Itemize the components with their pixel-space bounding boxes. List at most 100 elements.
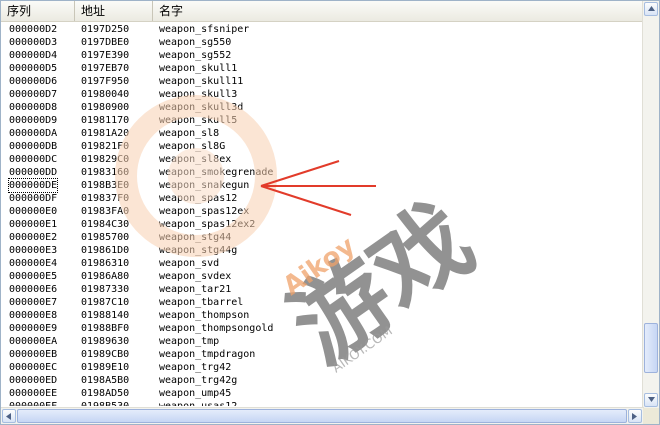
table-row[interactable]: 000000EF 0198B530 weapon_usas12 — [1, 400, 644, 406]
cell-seq: 000000D3 — [9, 37, 58, 48]
table-row[interactable]: 000000D4 0197E390 weapon_sg552 — [1, 49, 644, 62]
cell-address: 01989E10 — [81, 362, 130, 373]
cell-address: 0198B530 — [81, 400, 129, 406]
table-row[interactable]: 000000E5 01986A80 weapon_svdex — [1, 270, 644, 283]
cell-name: weapon_sfsniper — [159, 24, 250, 35]
cell-name: weapon_spas12ex — [159, 206, 250, 217]
cell-name: weapon_tar21 — [159, 284, 232, 295]
cell-address: 01987C10 — [81, 297, 130, 308]
cell-name: weapon_trg42 — [159, 362, 232, 373]
cell-name: weapon_svd — [159, 258, 220, 269]
cell-name: weapon_snakegun — [159, 180, 250, 191]
table-row[interactable]: 000000EA 01989630 weapon_tmp — [1, 335, 644, 348]
cell-seq: 000000E8 — [9, 310, 58, 321]
cell-address: 0197E390 — [81, 50, 130, 61]
cell-address: 01981170 — [81, 115, 130, 126]
cell-name: weapon_tbarrel — [159, 297, 244, 308]
horizontal-scroll-thumb[interactable] — [17, 409, 627, 423]
table-row[interactable]: 000000D6 0197F950 weapon_skull11 — [1, 75, 644, 88]
cell-name: weapon_svdex — [159, 271, 232, 282]
cell-seq: 000000DA — [9, 128, 58, 139]
table-row[interactable]: 000000E6 01987330 weapon_tar21 — [1, 283, 644, 296]
cell-address: 019829C0 — [81, 154, 130, 165]
cell-name: weapon_stg44 — [159, 232, 232, 243]
cell-seq: 000000D9 — [9, 115, 58, 126]
cell-name: weapon_spas12 — [159, 193, 238, 204]
triangle-right-icon — [632, 413, 637, 420]
table-row[interactable]: 000000E9 01988BF0 weapon_thompsongold — [1, 322, 644, 335]
table-row[interactable]: 000000D8 01980900 weapon_skull3d — [1, 101, 644, 114]
cell-seq: 000000ED — [9, 375, 58, 386]
cell-address: 01986310 — [81, 258, 130, 269]
cell-address: 01981A20 — [81, 128, 130, 139]
table-row[interactable]: 000000DA 01981A20 weapon_sl8 — [1, 127, 644, 140]
cell-name: weapon_spas12ex2 — [159, 219, 256, 230]
table-row[interactable]: 000000D7 01980040 weapon_skull3 — [1, 88, 644, 101]
cell-address: 0197D250 — [81, 24, 130, 35]
cell-address: 019821F0 — [81, 141, 130, 152]
cell-name: weapon_skull3 — [159, 89, 238, 100]
column-header-name[interactable]: 名字 — [153, 1, 644, 21]
cell-seq: 000000E9 — [9, 323, 58, 334]
scroll-right-button[interactable] — [628, 409, 642, 423]
cell-address: 01988BF0 — [81, 323, 130, 334]
cell-seq: 000000DC — [9, 154, 58, 165]
table-row[interactable]: 000000EE 0198AD50 weapon_ump45 — [1, 387, 644, 400]
scroll-left-button[interactable] — [2, 409, 16, 423]
table-row[interactable]: 000000E7 01987C10 weapon_tbarrel — [1, 296, 644, 309]
table-row[interactable]: 000000E2 01985700 weapon_stg44 — [1, 231, 644, 244]
cell-name: weapon_sg552 — [159, 50, 232, 61]
cell-seq: 000000DE — [7, 178, 59, 193]
scroll-down-button[interactable] — [644, 393, 658, 407]
scrollbar-corner — [643, 408, 659, 424]
cell-seq: 000000E1 — [9, 219, 58, 230]
column-header-address[interactable]: 地址 — [75, 1, 153, 21]
table-row[interactable]: 000000E8 01988140 weapon_thompson — [1, 309, 644, 322]
cell-seq: 000000DF — [9, 193, 58, 204]
cell-name: weapon_thompsongold — [159, 323, 274, 334]
cell-name: weapon_sl8G — [159, 141, 226, 152]
column-header: 序列 地址 名字 — [1, 1, 644, 22]
cell-seq: 000000D4 — [9, 50, 58, 61]
cell-address: 01984C30 — [81, 219, 130, 230]
horizontal-scrollbar[interactable] — [1, 407, 644, 424]
cell-address: 01983FA0 — [81, 206, 130, 217]
table-row[interactable]: 000000E3 019861D0 weapon_stg44g — [1, 244, 644, 257]
cell-seq: 000000EE — [9, 388, 58, 399]
cell-address: 01987330 — [81, 284, 130, 295]
cell-name: weapon_sg550 — [159, 37, 232, 48]
cell-address: 01980040 — [81, 89, 130, 100]
triangle-down-icon — [648, 397, 655, 402]
list-view-window: 序列 地址 名字 000000D2 0197D250 weapon_sfsniper… — [0, 0, 660, 425]
cell-seq: 000000E3 — [9, 245, 58, 256]
cell-seq: 000000EB — [9, 349, 58, 360]
cell-seq: 000000D2 — [9, 24, 58, 35]
cell-name: weapon_thompson — [159, 310, 250, 321]
arrow-head-lower — [260, 185, 352, 216]
cell-address: 01983160 — [81, 167, 130, 178]
scroll-up-button[interactable] — [644, 2, 658, 16]
table-row[interactable]: 000000ED 0198A5B0 weapon_trg42g — [1, 374, 644, 387]
vertical-scrollbar[interactable] — [642, 1, 659, 409]
table-row[interactable]: 000000D3 0197DBE0 weapon_sg550 — [1, 36, 644, 49]
cell-seq: 000000D6 — [9, 76, 58, 87]
triangle-left-icon — [6, 413, 11, 420]
column-header-seq[interactable]: 序列 — [1, 1, 75, 21]
cell-name: weapon_skull11 — [159, 76, 244, 87]
cell-name: weapon_skull5 — [159, 115, 238, 126]
cell-address: 0198B3E0 — [81, 180, 130, 191]
table-row[interactable]: 000000D5 0197EB70 weapon_skull1 — [1, 62, 644, 75]
cell-name: weapon_tmp — [159, 336, 220, 347]
cell-seq: 000000E4 — [9, 258, 58, 269]
cell-name: weapon_stg44g — [159, 245, 238, 256]
table-row[interactable]: 000000D2 0197D250 weapon_sfsniper — [1, 23, 644, 36]
table-row[interactable]: 000000EC 01989E10 weapon_trg42 — [1, 361, 644, 374]
vertical-scroll-thumb[interactable] — [644, 323, 658, 373]
table-row[interactable]: 000000D9 01981170 weapon_skull5 — [1, 114, 644, 127]
cell-seq: 000000DD — [9, 167, 58, 178]
triangle-up-icon — [648, 6, 655, 11]
cell-address: 0198A5B0 — [81, 375, 130, 386]
cell-address: 01980900 — [81, 102, 130, 113]
table-row[interactable]: 000000EB 01989CB0 weapon_tmpdragon — [1, 348, 644, 361]
table-row[interactable]: 000000E4 01986310 weapon_svd — [1, 257, 644, 270]
